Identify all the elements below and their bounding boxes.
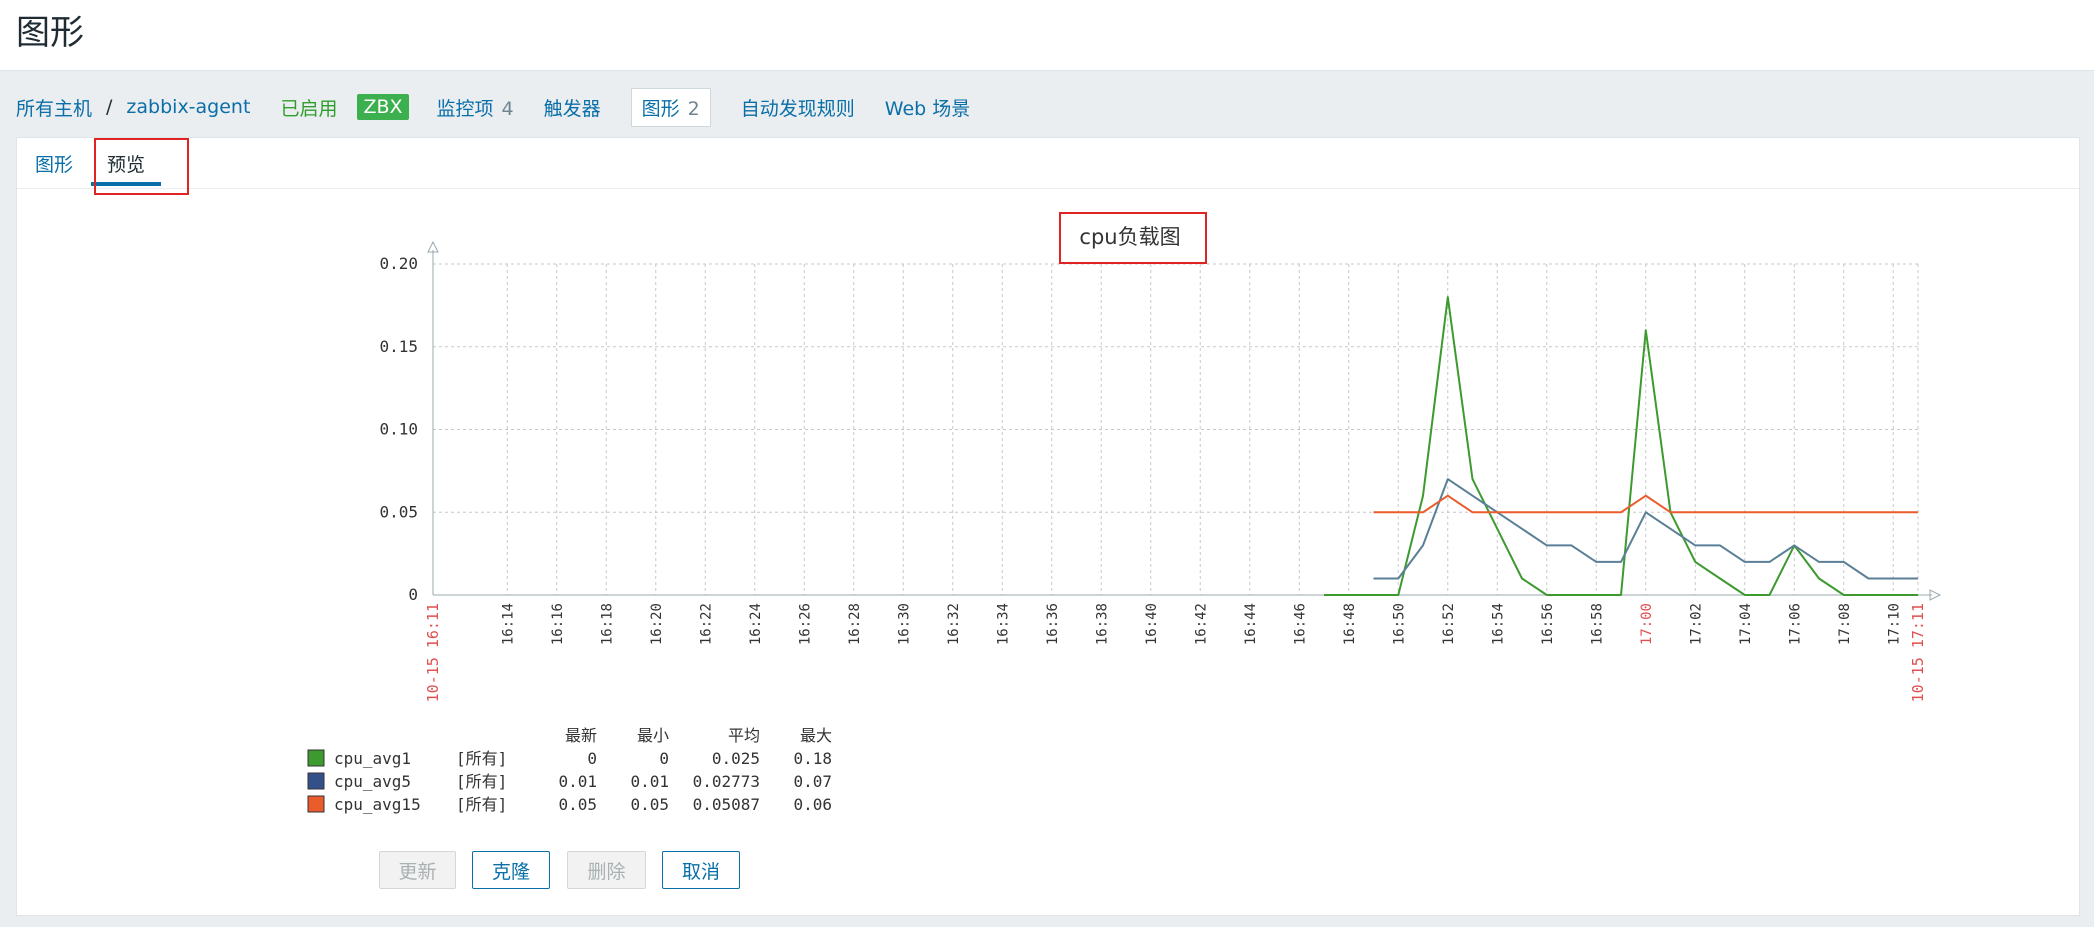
x-tick-label: 16:30: [896, 603, 912, 645]
y-tick-label: 0.15: [379, 337, 418, 356]
legend-swatch: [307, 795, 325, 813]
legend-value: 0.01: [630, 772, 669, 791]
clone-button[interactable]: 克隆: [472, 851, 550, 889]
x-tick-label: 16:44: [1243, 603, 1259, 645]
x-tick-label: 16:36: [1045, 603, 1061, 645]
x-tick-label: 16:18: [599, 603, 615, 645]
x-tick-label: 16:14: [500, 603, 516, 645]
y-tick-label: 0.10: [379, 420, 418, 439]
legend-value: 0.18: [793, 749, 832, 768]
x-tick-label: 16:40: [1144, 603, 1160, 645]
legend-value: 0.06: [793, 795, 832, 814]
legend-header: 平均: [728, 726, 760, 745]
x-tick-label: 17:06: [1787, 603, 1803, 645]
x-tick-label: 16:20: [649, 603, 665, 645]
legend-value: 0.025: [712, 749, 760, 768]
x-tick-label: 16:38: [1094, 603, 1110, 645]
x-tick-label: 16:24: [748, 603, 764, 645]
delete-button[interactable]: 删除: [567, 851, 646, 889]
legend-value: 0: [659, 749, 669, 768]
legend-value: 0: [587, 749, 597, 768]
legend-header: 最小: [637, 726, 669, 745]
update-button[interactable]: 更新: [379, 851, 456, 889]
x-tick-label: 16:26: [797, 603, 813, 645]
x-tick-label: 16:48: [1342, 603, 1358, 645]
legend-value: 0.05: [558, 795, 597, 814]
x-start-label: 10-15 16:11: [424, 603, 442, 702]
x-tick-label: 16:58: [1589, 603, 1605, 645]
legend-value: 0.05087: [693, 795, 760, 814]
x-tick-label: 16:54: [1490, 603, 1506, 645]
chart-legend: 最新 最小 平均 最大 cpu_avg1 [所有] 0 0 0.025 0.18 cpu_avg5 […: [307, 726, 832, 814]
x-tick-label: 17:00: [1639, 603, 1655, 645]
x-end-label: 10-15 17:11: [1909, 603, 1927, 702]
legend-swatch: [307, 749, 325, 767]
legend-series-name: cpu_avg1: [334, 749, 411, 768]
chart-series: [1324, 296, 1918, 596]
cancel-button[interactable]: 取消: [662, 851, 740, 889]
x-tick-label: 17:04: [1738, 603, 1754, 645]
y-tick-label: 0.20: [379, 254, 418, 273]
x-tick-label: 17:10: [1886, 603, 1902, 645]
legend-value: 0.02773: [693, 772, 760, 791]
x-tick-label: 16:56: [1540, 603, 1556, 645]
legend-series-name: cpu_avg15: [334, 795, 421, 814]
x-tick-label: 17:08: [1837, 603, 1853, 645]
legend-series-func: [所有]: [456, 795, 507, 814]
graph-chart: cpu负载图0.200.150.100.05016:14 16:16 16:18 16…: [307, 225, 1942, 814]
legend-value: 0.01: [558, 772, 597, 791]
x-tick-label: 16:52: [1441, 603, 1457, 645]
legend-header: 最新: [565, 726, 597, 745]
x-tick-label: 16:28: [847, 603, 863, 645]
x-tick-label: 16:42: [1193, 603, 1209, 645]
x-tick-label: 17:02: [1688, 603, 1704, 645]
x-tick-label: 16:34: [995, 603, 1011, 645]
x-tick-label: 16:22: [698, 603, 714, 645]
x-tick-label: 16:50: [1391, 603, 1407, 645]
legend-header: 最大: [800, 726, 832, 745]
y-tick-label: 0.05: [379, 502, 418, 521]
series-line-cpu-avg1: [1324, 296, 1918, 596]
legend-swatch: [307, 772, 325, 790]
y-tick-label: 0: [408, 585, 418, 604]
x-tick-label: 16:32: [946, 603, 962, 645]
x-tick-label: 16:16: [550, 603, 566, 645]
x-tick-label: 16:46: [1292, 603, 1308, 645]
legend-series-name: cpu_avg5: [334, 772, 411, 791]
legend-series-func: [所有]: [456, 749, 507, 768]
highlight-box-chart-title: [1059, 212, 1207, 264]
legend-value: 0.05: [630, 795, 669, 814]
legend-value: 0.07: [793, 772, 832, 791]
legend-series-func: [所有]: [456, 772, 507, 791]
